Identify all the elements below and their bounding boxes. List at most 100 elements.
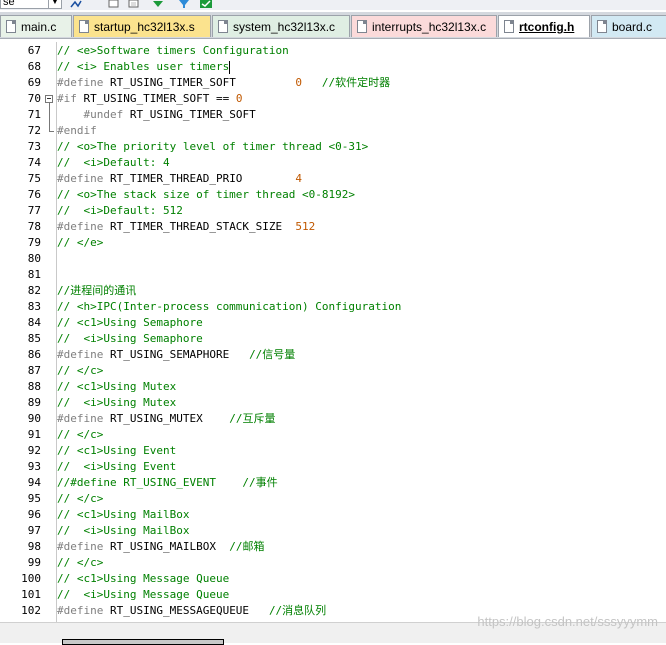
code-line[interactable]: 82 //进程间的通讯 bbox=[0, 283, 666, 299]
code-line[interactable]: 91 // </c> bbox=[0, 427, 666, 443]
preprocessor-keyword: #if bbox=[57, 92, 77, 105]
preprocessor-keyword: #define bbox=[57, 412, 104, 425]
check-icon[interactable] bbox=[200, 0, 212, 8]
comment-text: // <c1>Using Mutex bbox=[57, 380, 177, 393]
comment-text: // <o>The stack size of timer thread <0-… bbox=[57, 188, 356, 201]
line-number: 86 bbox=[27, 348, 41, 361]
preprocessor-keyword: #define bbox=[57, 76, 104, 89]
code-line[interactable]: 96 // <c1>Using MailBox bbox=[0, 507, 666, 523]
code-line[interactable]: 80 bbox=[0, 251, 666, 267]
scrollbar-thumb[interactable] bbox=[62, 639, 224, 645]
code-line[interactable]: 71 #undef RT_USING_TIMER_SOFT bbox=[0, 107, 666, 123]
code-line[interactable]: 85 // <i>Using Semaphore bbox=[0, 331, 666, 347]
code-line[interactable]: 88 // <c1>Using Mutex bbox=[0, 379, 666, 395]
code-text: // <c1>Using Mutex bbox=[57, 379, 176, 395]
code-line[interactable]: 69 #define RT_USING_TIMER_SOFT 0 //软件定时器 bbox=[0, 75, 666, 91]
comment-text: //进程间的通讯 bbox=[57, 284, 137, 297]
code-text: //进程间的通讯 bbox=[57, 283, 136, 299]
line-number: 72 bbox=[27, 124, 41, 137]
line-number: 93 bbox=[27, 460, 41, 473]
filter-icon[interactable] bbox=[178, 0, 190, 8]
find-in-files-icon[interactable] bbox=[70, 0, 82, 8]
line-number: 102 bbox=[21, 604, 41, 617]
code-line[interactable]: 76 // <o>The stack size of timer thread <… bbox=[0, 187, 666, 203]
file-icon bbox=[79, 20, 89, 33]
comment-text: // </c> bbox=[57, 364, 104, 377]
comment-text: // <i>Default: 512 bbox=[57, 204, 183, 217]
code-line[interactable]: 77 // <i>Default: 512 bbox=[0, 203, 666, 219]
tab-board-c[interactable]: board.c bbox=[591, 15, 666, 37]
download-green-icon[interactable] bbox=[152, 0, 164, 8]
new-window-icon[interactable] bbox=[108, 0, 120, 8]
comment-text: // <i>Using MailBox bbox=[57, 524, 190, 537]
comment-text: // <h>IPC(Inter-process communication) C… bbox=[57, 300, 402, 313]
macro-identifier: RT_TIMER_THREAD_PRIO bbox=[103, 172, 296, 185]
line-number: 80 bbox=[27, 252, 41, 265]
code-text: #define RT_USING_SEMAPHORE //信号量 bbox=[57, 347, 295, 363]
code-line[interactable]: 99 // </c> bbox=[0, 555, 666, 571]
code-text: // </e> bbox=[57, 235, 103, 251]
comment-text: //#define RT_USING_EVENT //事件 bbox=[57, 476, 278, 489]
code-line[interactable]: 84 // <c1>Using Semaphore bbox=[0, 315, 666, 331]
comment-text: //互斥量 bbox=[229, 412, 276, 425]
code-line[interactable]: 70 #if RT_USING_TIMER_SOFT == 0 bbox=[0, 91, 666, 107]
code-text: // <i> Enables user timers bbox=[57, 59, 231, 75]
code-line[interactable]: 87 // </c> bbox=[0, 363, 666, 379]
code-line[interactable]: 79 // </e> bbox=[0, 235, 666, 251]
code-line[interactable]: 95 // </c> bbox=[0, 491, 666, 507]
tab-rtconfig-h[interactable]: rtconfig.h bbox=[498, 15, 590, 37]
fold-minus-icon[interactable] bbox=[45, 95, 53, 103]
comment-text: //消息队列 bbox=[268, 604, 327, 617]
code-line[interactable]: 92 // <c1>Using Event bbox=[0, 443, 666, 459]
code-text: // <i>Using Event bbox=[57, 459, 176, 475]
copy-icon[interactable] bbox=[128, 0, 140, 8]
code-line[interactable]: 100 // <c1>Using Message Queue bbox=[0, 571, 666, 587]
comment-text: // <e>Software timers Configuration bbox=[57, 44, 289, 57]
code-line[interactable]: 94 //#define RT_USING_EVENT //事件 bbox=[0, 475, 666, 491]
code-text: #define RT_USING_MESSAGEQUEUE //消息队列 bbox=[57, 603, 326, 619]
tab-startup-hc32l13x-s[interactable]: startup_hc32l13x.s bbox=[73, 15, 211, 37]
comment-text: //邮箱 bbox=[229, 540, 265, 553]
code-line[interactable]: 89 // <i>Using Mutex bbox=[0, 395, 666, 411]
code-line[interactable]: 68 // <i> Enables user timers bbox=[0, 59, 666, 75]
macro-identifier: RT_USING_TIMER_SOFT == bbox=[76, 92, 236, 105]
tab-label: board.c bbox=[612, 20, 653, 34]
code-line[interactable]: 86 #define RT_USING_SEMAPHORE //信号量 bbox=[0, 347, 666, 363]
line-number: 68 bbox=[27, 60, 41, 73]
code-line[interactable]: 90 #define RT_USING_MUTEX //互斥量 bbox=[0, 411, 666, 427]
code-text: #if RT_USING_TIMER_SOFT == 0 bbox=[57, 91, 242, 107]
code-text: // </c> bbox=[57, 555, 103, 571]
tab-interrupts-hc32l13x-c[interactable]: interrupts_hc32l13x.c bbox=[351, 15, 497, 37]
code-text: // <o>The priority level of timer thread… bbox=[57, 139, 368, 155]
macro-identifier: RT_USING_MUTEX bbox=[103, 412, 230, 425]
line-number: 89 bbox=[27, 396, 41, 409]
toolbar-dropdown[interactable]: se ▼ bbox=[0, 0, 62, 9]
code-line[interactable]: 81 bbox=[0, 267, 666, 283]
comment-text: // <i>Using Message Queue bbox=[57, 588, 230, 601]
chevron-down-icon[interactable]: ▼ bbox=[48, 0, 61, 8]
watermark: https://blog.csdn.net/sssyyymm bbox=[477, 614, 658, 629]
code-line[interactable]: 74 // <i>Default: 4 bbox=[0, 155, 666, 171]
code-line[interactable]: 73 // <o>The priority level of timer thre… bbox=[0, 139, 666, 155]
code-line[interactable]: 93 // <i>Using Event bbox=[0, 459, 666, 475]
code-line[interactable]: 67 // <e>Software timers Configuration bbox=[0, 43, 666, 59]
preprocessor-keyword: #define bbox=[57, 220, 104, 233]
file-icon bbox=[597, 20, 607, 33]
tab-label: main.c bbox=[21, 20, 57, 34]
code-line[interactable]: 98 #define RT_USING_MAILBOX //邮箱 bbox=[0, 539, 666, 555]
code-line[interactable]: 75 #define RT_TIMER_THREAD_PRIO 4 bbox=[0, 171, 666, 187]
code-line[interactable]: 72 #endif bbox=[0, 123, 666, 139]
line-number: 100 bbox=[21, 572, 41, 585]
code-text: #define RT_USING_MAILBOX //邮箱 bbox=[57, 539, 264, 555]
line-number: 92 bbox=[27, 444, 41, 457]
code-editor[interactable]: 67 // <e>Software timers Configuration 68 /… bbox=[0, 42, 666, 622]
code-line[interactable]: 101 // <i>Using Message Queue bbox=[0, 587, 666, 603]
code-line[interactable]: 83 // <h>IPC(Inter-process communication)… bbox=[0, 299, 666, 315]
tab-main-c[interactable]: main.c bbox=[0, 15, 72, 37]
line-number: 94 bbox=[27, 476, 41, 489]
code-line[interactable]: 97 // <i>Using MailBox bbox=[0, 523, 666, 539]
comment-text: // </e> bbox=[57, 236, 104, 249]
code-line[interactable]: 78 #define RT_TIMER_THREAD_STACK_SIZE 512 bbox=[0, 219, 666, 235]
tab-system-hc32l13x-c[interactable]: system_hc32l13x.c bbox=[212, 15, 350, 37]
comment-text: // <i>Default: 4 bbox=[57, 156, 170, 169]
